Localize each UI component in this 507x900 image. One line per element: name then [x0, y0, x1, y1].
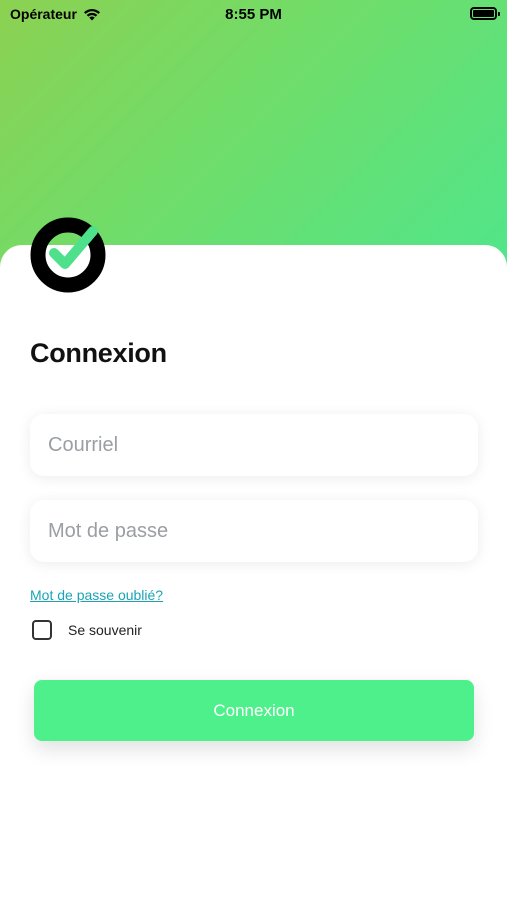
checkmark-logo-icon — [30, 217, 106, 293]
forgot-password-link[interactable]: Mot de passe oublié? — [30, 587, 163, 603]
login-button[interactable]: Connexion — [34, 680, 474, 741]
password-field[interactable] — [30, 500, 478, 562]
remember-label: Se souvenir — [68, 622, 142, 638]
page-title: Connexion — [30, 338, 167, 368]
remember-checkbox[interactable] — [32, 620, 52, 640]
status-time: 8:55 PM — [225, 6, 282, 23]
remember-me-row[interactable]: Se souvenir — [32, 620, 142, 640]
status-bar: Opérateur 8:55 PM — [0, 0, 507, 28]
battery-icon — [470, 7, 500, 20]
email-field[interactable] — [30, 414, 478, 476]
